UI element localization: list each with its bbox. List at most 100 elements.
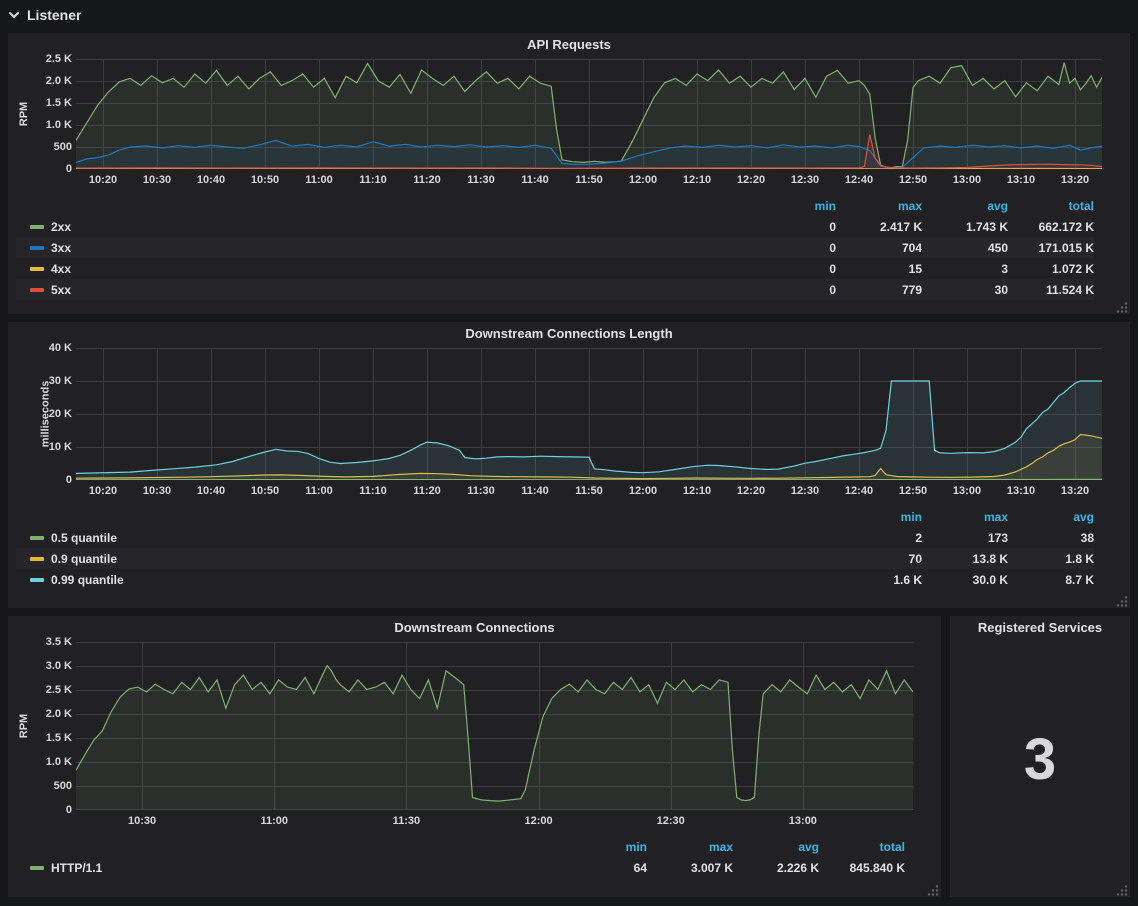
legend-column-header-max[interactable]: max <box>922 510 1008 524</box>
panel-title-registered-services[interactable]: Registered Services <box>950 616 1130 640</box>
series-color-swatch <box>30 557 44 561</box>
legend-table: minmaxavg0.5 quantile2173380.9 quantile7… <box>16 506 1122 590</box>
row-header-listener[interactable]: Listener <box>8 0 81 30</box>
x-tick-label: 12:20 <box>737 485 765 497</box>
legend-stat-min: 70 <box>836 552 922 566</box>
legend-series-label: 3xx <box>51 241 71 255</box>
resize-handle-icon[interactable] <box>1116 300 1128 312</box>
x-tick-label: 11:50 <box>575 485 603 497</box>
legend-stat-max: 3.007 K <box>647 861 733 875</box>
legend-stat-min: 2 <box>836 531 922 545</box>
x-tick-label: 12:50 <box>899 485 927 497</box>
resize-handle-icon[interactable] <box>1116 883 1128 895</box>
legend-stat-max: 173 <box>922 531 1008 545</box>
legend-stat-avg: 1.743 K <box>922 220 1008 234</box>
legend-column-header-avg[interactable]: avg <box>922 199 1008 213</box>
panel-downstream-connections: Downstream Connections RPM05001.0 K1.5 K… <box>8 616 941 897</box>
x-tick-label: 10:30 <box>128 815 156 827</box>
legend-series-0.99 quantile[interactable]: 0.99 quantile <box>16 573 836 587</box>
legend-series-3xx[interactable]: 3xx <box>16 241 750 255</box>
x-tick-label: 13:00 <box>789 815 817 827</box>
y-tick-label: 1.0 K <box>24 119 72 131</box>
legend-column-header-max[interactable]: max <box>647 840 733 854</box>
resize-handle-icon[interactable] <box>1116 594 1128 606</box>
legend-header-row: minmaxavgtotal <box>16 836 905 857</box>
plot-canvas[interactable] <box>76 348 1102 480</box>
y-tick-label: 3.0 K <box>24 660 72 672</box>
legend-series-label: 4xx <box>51 262 71 276</box>
legend-column-header-min[interactable]: min <box>836 510 922 524</box>
x-tick-label: 11:30 <box>393 815 421 827</box>
series-color-swatch <box>30 578 44 582</box>
x-tick-label: 12:30 <box>791 174 819 186</box>
legend-stat-avg: 2.226 K <box>733 861 819 875</box>
legend-row: 0.5 quantile217338 <box>16 527 1094 548</box>
y-tick-label: 500 <box>24 141 72 153</box>
legend-series-label: HTTP/1.1 <box>51 861 102 875</box>
x-tick-label: 12:10 <box>683 485 711 497</box>
legend-stat-avg: 450 <box>922 241 1008 255</box>
legend-column-header-total[interactable]: total <box>1008 199 1094 213</box>
x-tick-label: 10:20 <box>89 485 117 497</box>
legend-series-HTTP/1.1[interactable]: HTTP/1.1 <box>16 861 561 875</box>
legend-series-label: 2xx <box>51 220 71 234</box>
legend-header-row: minmaxavg <box>16 506 1094 527</box>
series-color-swatch <box>30 225 44 229</box>
x-tick-label: 12:10 <box>683 174 711 186</box>
legend-series-2xx[interactable]: 2xx <box>16 220 750 234</box>
x-tick-label: 11:00 <box>260 815 288 827</box>
x-tick-label: 11:10 <box>359 174 387 186</box>
legend-column-header-avg[interactable]: avg <box>1008 510 1094 524</box>
plot-canvas[interactable] <box>76 642 913 810</box>
legend-series-label: 0.9 quantile <box>51 552 117 566</box>
plot-area: milliseconds010 K20 K30 K40 K10:2010:301… <box>16 348 1122 502</box>
legend-stat-min: 0 <box>750 220 836 234</box>
x-tick-label: 11:00 <box>305 174 333 186</box>
legend-stat-max: 30.0 K <box>922 573 1008 587</box>
legend-stat-min: 0 <box>750 262 836 276</box>
y-tick-label: 20 K <box>24 408 72 420</box>
legend-row: 4xx01531.072 K <box>16 258 1094 279</box>
legend-series-4xx[interactable]: 4xx <box>16 262 750 276</box>
y-tick-label: 2.5 K <box>24 684 72 696</box>
legend-row: 2xx02.417 K1.743 K662.172 K <box>16 216 1094 237</box>
y-tick-label: 30 K <box>24 375 72 387</box>
x-tick-label: 13:20 <box>1061 485 1089 497</box>
panel-title-downstream-connections-length[interactable]: Downstream Connections Length <box>8 322 1130 346</box>
x-tick-label: 11:10 <box>359 485 387 497</box>
x-tick-label: 12:40 <box>845 485 873 497</box>
legend-column-header-max[interactable]: max <box>836 199 922 213</box>
api-requests-graph[interactable]: RPM05001.0 K1.5 K2.0 K2.5 K10:2010:3010:… <box>16 59 1122 300</box>
series-color-swatch <box>30 866 44 870</box>
legend-stat-avg: 8.7 K <box>1008 573 1094 587</box>
downstream-connections-length-graph[interactable]: milliseconds010 K20 K30 K40 K10:2010:301… <box>16 348 1122 590</box>
legend-column-header-min[interactable]: min <box>561 840 647 854</box>
series-color-swatch <box>30 288 44 292</box>
x-tick-label: 11:40 <box>521 485 549 497</box>
legend-column-header-min[interactable]: min <box>750 199 836 213</box>
legend-series-0.9 quantile[interactable]: 0.9 quantile <box>16 552 836 566</box>
panel-downstream-connections-length: Downstream Connections Length millisecon… <box>8 322 1130 608</box>
panel-title-downstream-connections[interactable]: Downstream Connections <box>8 616 941 640</box>
legend-stat-max: 704 <box>836 241 922 255</box>
x-tick-label: 12:30 <box>657 815 685 827</box>
chevron-down-icon[interactable] <box>8 9 20 21</box>
downstream-connections-graph[interactable]: RPM05001.0 K1.5 K2.0 K2.5 K3.0 K3.5 K10:… <box>16 642 933 878</box>
plot-canvas[interactable] <box>76 59 1102 169</box>
row-title[interactable]: Listener <box>27 7 81 23</box>
legend-column-header-total[interactable]: total <box>819 840 905 854</box>
panel-registered-services: Registered Services 3 <box>950 616 1130 897</box>
y-tick-label: 1.5 K <box>24 97 72 109</box>
legend-stat-min: 1.6 K <box>836 573 922 587</box>
x-tick-label: 10:50 <box>251 174 279 186</box>
legend-stat-avg: 3 <box>922 262 1008 276</box>
panel-title-api-requests[interactable]: API Requests <box>8 33 1130 57</box>
resize-handle-icon[interactable] <box>927 883 939 895</box>
legend-row: 5xx07793011.524 K <box>16 279 1094 300</box>
legend-series-5xx[interactable]: 5xx <box>16 283 750 297</box>
x-tick-label: 13:20 <box>1061 174 1089 186</box>
legend-series-0.5 quantile[interactable]: 0.5 quantile <box>16 531 836 545</box>
legend-series-label: 5xx <box>51 283 71 297</box>
x-tick-label: 10:40 <box>197 485 225 497</box>
legend-column-header-avg[interactable]: avg <box>733 840 819 854</box>
